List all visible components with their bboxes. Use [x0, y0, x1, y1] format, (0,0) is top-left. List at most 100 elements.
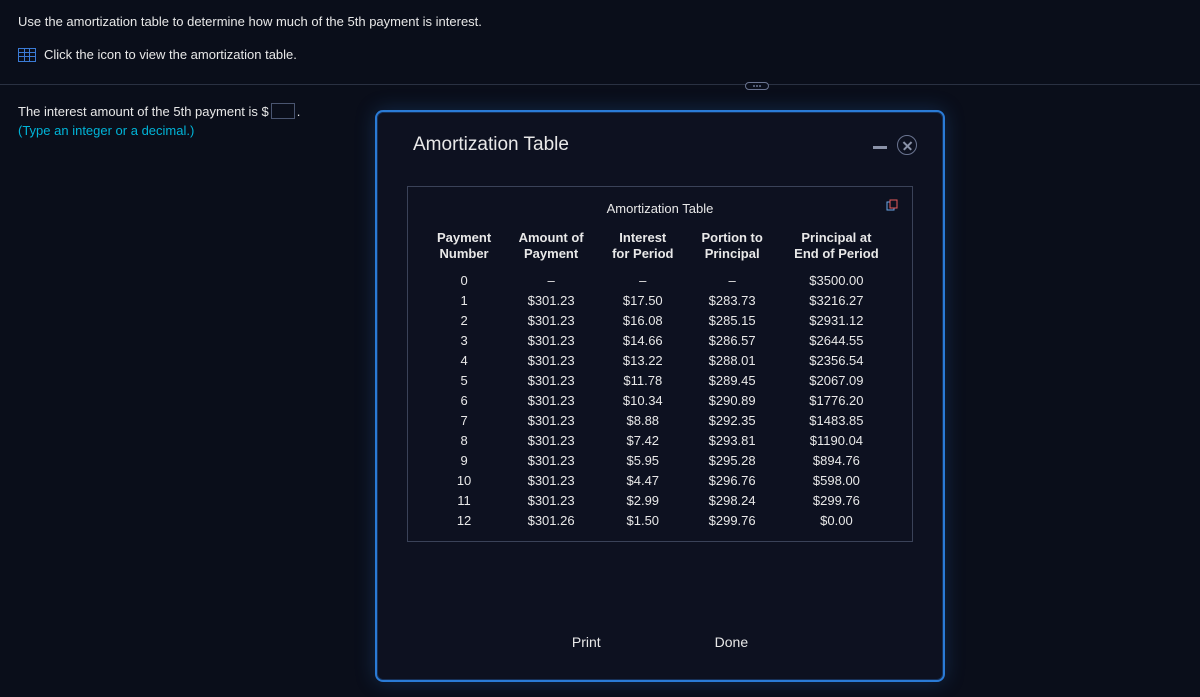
done-button[interactable]: Done: [703, 628, 760, 656]
cell-pr: $286.57: [687, 331, 776, 351]
cell-n: 10: [424, 471, 504, 491]
cell-n: 12: [424, 511, 504, 531]
cell-bal: $2356.54: [777, 351, 896, 371]
icon-instruction-text: Click the icon to view the amortization …: [44, 47, 297, 62]
cell-bal: $1483.85: [777, 411, 896, 431]
minimize-icon[interactable]: [873, 146, 887, 149]
table-row: 7$301.23$8.88$292.35$1483.85: [424, 411, 896, 431]
cell-n: 6: [424, 391, 504, 411]
table-row: 5$301.23$11.78$289.45$2067.09: [424, 371, 896, 391]
popup-controls: [873, 135, 917, 155]
cell-pr: $283.73: [687, 291, 776, 311]
cell-amt: $301.23: [504, 291, 598, 311]
col-payment-number: PaymentNumber: [424, 228, 504, 271]
table-row: 12$301.26$1.50$299.76$0.00: [424, 511, 896, 531]
col-principal-end: Principal atEnd of Period: [777, 228, 896, 271]
cell-n: 5: [424, 371, 504, 391]
cell-n: 9: [424, 451, 504, 471]
cell-int: $2.99: [598, 491, 687, 511]
cell-pr: $290.89: [687, 391, 776, 411]
cell-bal: $598.00: [777, 471, 896, 491]
cell-pr: –: [687, 271, 776, 291]
cell-n: 0: [424, 271, 504, 291]
copy-icon[interactable]: [886, 199, 898, 211]
table-row: 10$301.23$4.47$296.76$598.00: [424, 471, 896, 491]
col-amount-payment: Amount ofPayment: [504, 228, 598, 271]
answer-input[interactable]: [271, 103, 295, 119]
cell-bal: $1190.04: [777, 431, 896, 451]
cell-amt: $301.23: [504, 331, 598, 351]
cell-bal: $0.00: [777, 511, 896, 531]
cell-n: 8: [424, 431, 504, 451]
cell-amt: $301.23: [504, 451, 598, 471]
cell-int: $7.42: [598, 431, 687, 451]
cell-int: $14.66: [598, 331, 687, 351]
cell-int: –: [598, 271, 687, 291]
cell-n: 1: [424, 291, 504, 311]
table-row: 8$301.23$7.42$293.81$1190.04: [424, 431, 896, 451]
cell-bal: $3500.00: [777, 271, 896, 291]
cell-int: $17.50: [598, 291, 687, 311]
cell-bal: $3216.27: [777, 291, 896, 311]
col-portion-principal: Portion toPrincipal: [687, 228, 776, 271]
cell-n: 3: [424, 331, 504, 351]
icon-instruction-row: Click the icon to view the amortization …: [18, 47, 1182, 62]
table-inner-title: Amortization Table: [424, 201, 896, 216]
cell-bal: $1776.20: [777, 391, 896, 411]
cell-bal: $2931.12: [777, 311, 896, 331]
section-pill-icon[interactable]: [745, 82, 769, 90]
cell-bal: $299.76: [777, 491, 896, 511]
cell-n: 2: [424, 311, 504, 331]
cell-pr: $298.24: [687, 491, 776, 511]
cell-n: 11: [424, 491, 504, 511]
close-icon[interactable]: [897, 135, 917, 155]
answer-prefix: The interest amount of the 5th payment i…: [18, 104, 269, 119]
cell-amt: $301.23: [504, 471, 598, 491]
cell-int: $8.88: [598, 411, 687, 431]
cell-int: $11.78: [598, 371, 687, 391]
table-header-row: PaymentNumber Amount ofPayment Interestf…: [424, 228, 896, 271]
table-container: Amortization Table PaymentNumber Amount …: [407, 186, 913, 542]
cell-amt: $301.23: [504, 491, 598, 511]
table-row: 0–––$3500.00: [424, 271, 896, 291]
cell-int: $16.08: [598, 311, 687, 331]
cell-pr: $293.81: [687, 431, 776, 451]
question-area: Use the amortization table to determine …: [0, 0, 1200, 84]
cell-bal: $2644.55: [777, 331, 896, 351]
table-row: 4$301.23$13.22$288.01$2356.54: [424, 351, 896, 371]
cell-amt: $301.23: [504, 311, 598, 331]
cell-pr: $296.76: [687, 471, 776, 491]
cell-pr: $295.28: [687, 451, 776, 471]
cell-amt: $301.23: [504, 371, 598, 391]
cell-pr: $288.01: [687, 351, 776, 371]
cell-amt: $301.23: [504, 351, 598, 371]
cell-amt: $301.23: [504, 431, 598, 451]
cell-int: $1.50: [598, 511, 687, 531]
cell-pr: $292.35: [687, 411, 776, 431]
cell-amt: $301.26: [504, 511, 598, 531]
cell-int: $4.47: [598, 471, 687, 491]
cell-int: $13.22: [598, 351, 687, 371]
cell-bal: $2067.09: [777, 371, 896, 391]
cell-amt: –: [504, 271, 598, 291]
popup-title: Amortization Table: [413, 134, 569, 156]
print-button[interactable]: Print: [560, 628, 613, 656]
table-row: 9$301.23$5.95$295.28$894.76: [424, 451, 896, 471]
table-row: 2$301.23$16.08$285.15$2931.12: [424, 311, 896, 331]
cell-pr: $299.76: [687, 511, 776, 531]
table-row: 1$301.23$17.50$283.73$3216.27: [424, 291, 896, 311]
cell-pr: $285.15: [687, 311, 776, 331]
table-row: 11$301.23$2.99$298.24$299.76: [424, 491, 896, 511]
table-body: 0–––$3500.001$301.23$17.50$283.73$3216.2…: [424, 271, 896, 531]
cell-pr: $289.45: [687, 371, 776, 391]
cell-int: $5.95: [598, 451, 687, 471]
amortization-table: PaymentNumber Amount ofPayment Interestf…: [424, 228, 896, 531]
table-row: 3$301.23$14.66$286.57$2644.55: [424, 331, 896, 351]
question-prompt: Use the amortization table to determine …: [18, 14, 1182, 29]
cell-bal: $894.76: [777, 451, 896, 471]
answer-suffix: .: [297, 104, 301, 119]
popup-footer: Print Done: [377, 628, 943, 656]
cell-n: 4: [424, 351, 504, 371]
table-icon[interactable]: [18, 48, 36, 62]
col-interest-period: Interestfor Period: [598, 228, 687, 271]
